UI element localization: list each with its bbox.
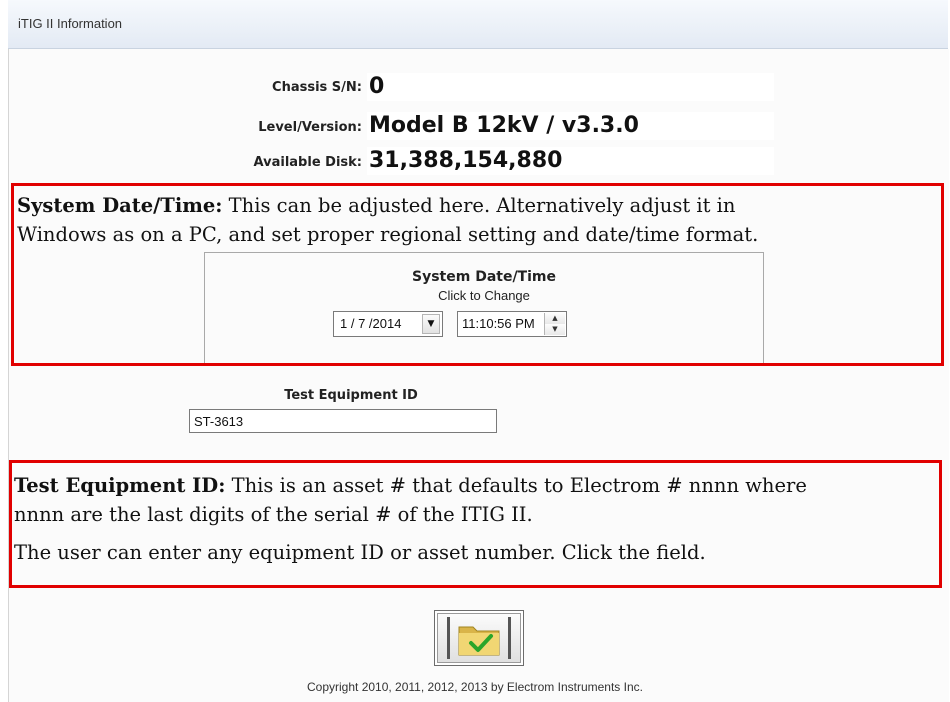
test-equipment-id-input[interactable] — [189, 409, 497, 433]
level-version-value: Model B 12kV / v3.3.0 — [367, 112, 774, 140]
teid-annotation-line1: This is an asset # that defaults to Elec… — [225, 474, 807, 497]
copyright-text: Copyright 2010, 2011, 2012, 2013 by Elec… — [307, 680, 643, 694]
teid-annotation-heading: Test Equipment ID: — [14, 474, 226, 497]
level-version-label: Level/Version: — [258, 120, 362, 135]
title-bar: iTIG II Information — [8, 0, 948, 49]
window-title: iTIG II Information — [18, 16, 123, 31]
folder-check-icon — [447, 617, 511, 659]
test-equipment-annotation-box: Test Equipment ID: This is an asset # th… — [9, 460, 942, 588]
ok-button[interactable] — [434, 610, 524, 666]
datetime-annotation-line1: This can be adjusted here. Alternatively… — [222, 194, 736, 217]
chassis-sn-label: Chassis S/N: — [272, 80, 362, 95]
teid-annotation-line2: nnnn are the last digits of the serial #… — [14, 503, 533, 526]
teid-annotation-line3: The user can enter any equipment ID or a… — [14, 541, 706, 564]
datetime-annotation-line2: Windows as on a PC, and set proper regio… — [17, 223, 759, 246]
datetime-annotation-box: System Date/Time: This can be adjusted h… — [11, 183, 944, 366]
available-disk-label: Available Disk: — [253, 155, 362, 170]
chassis-sn-value: 0 — [367, 73, 774, 101]
test-equipment-id-label: Test Equipment ID — [284, 388, 418, 403]
available-disk-value: 31,388,154,880 — [367, 147, 774, 175]
datetime-annotation-heading: System Date/Time: — [17, 194, 223, 217]
